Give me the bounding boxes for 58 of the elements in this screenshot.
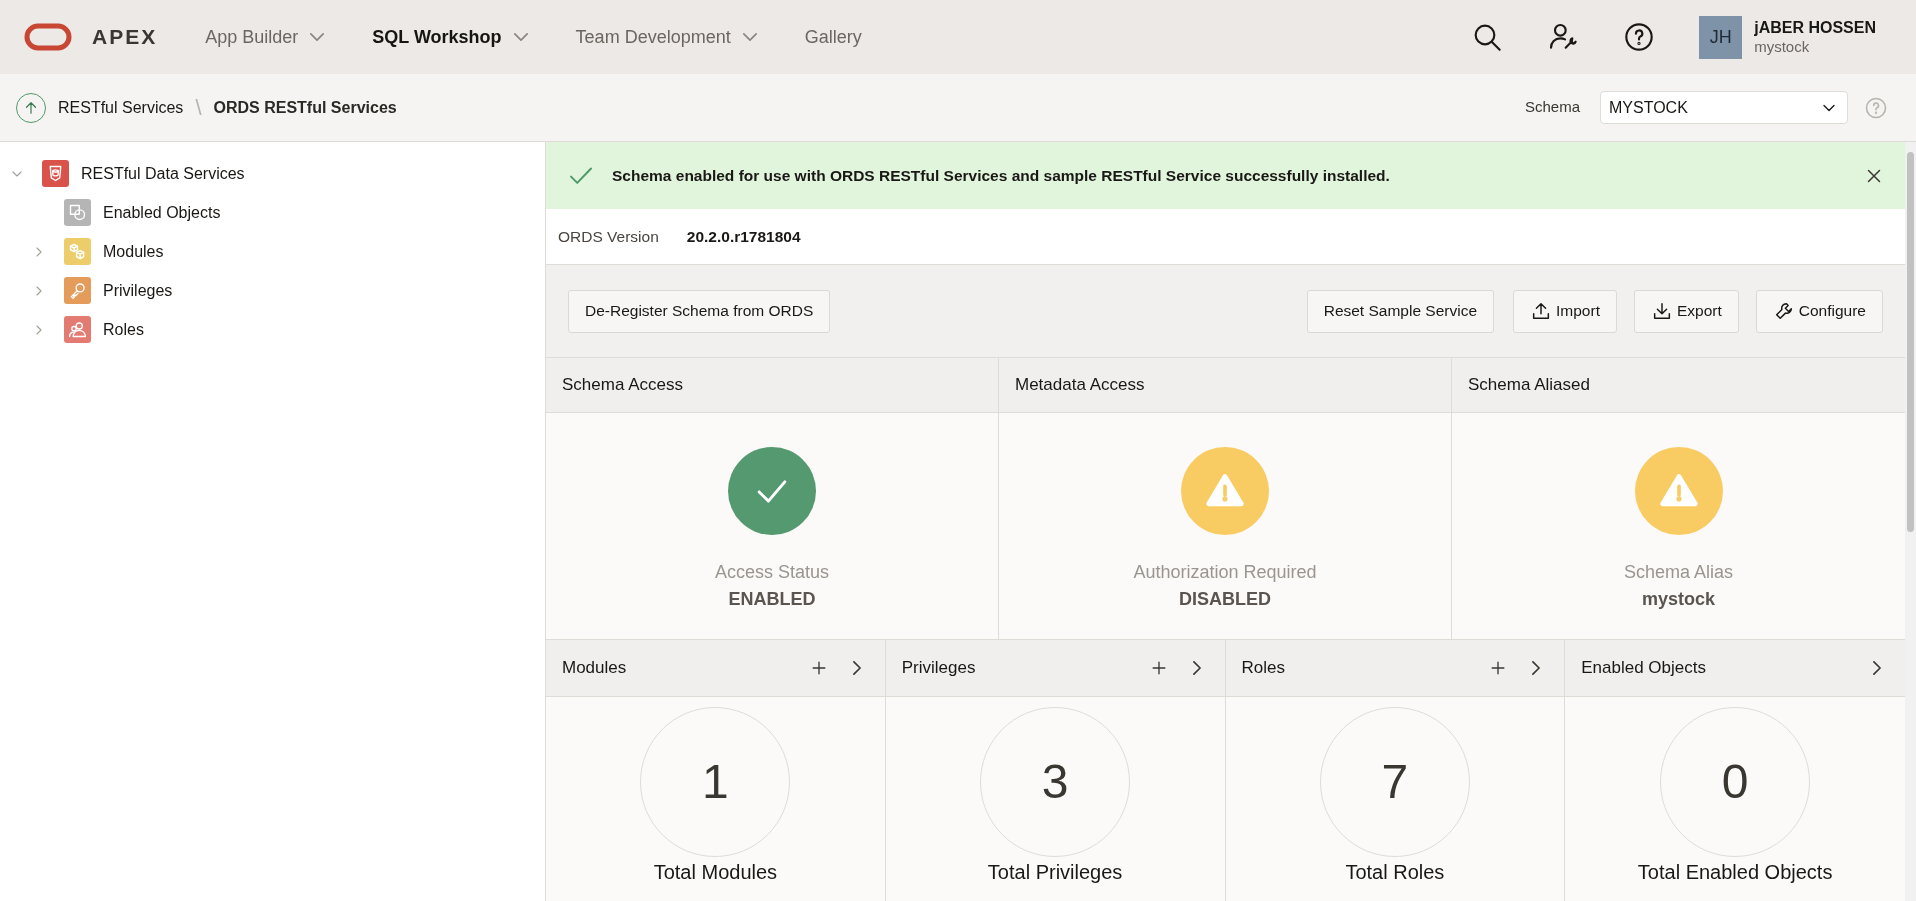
tree-item[interactable]: RESTful Data Services bbox=[81, 161, 245, 186]
nav-tab[interactable]: App Builder bbox=[205, 23, 325, 51]
status-value: ENABLED bbox=[728, 588, 816, 611]
card-title: Roles bbox=[1241, 657, 1286, 680]
card-title: Schema Access bbox=[546, 358, 998, 413]
count-caption: Total Privileges bbox=[987, 860, 1123, 885]
chevron-right-icon bbox=[1532, 661, 1541, 675]
logo-icon[interactable] bbox=[24, 23, 72, 51]
scrollbar[interactable] bbox=[1905, 142, 1916, 901]
status-value: mystock bbox=[1641, 588, 1715, 611]
toolbar-button[interactable]: Import bbox=[1513, 289, 1617, 333]
tree-item[interactable]: Roles bbox=[103, 317, 144, 342]
card-title: Privileges bbox=[901, 657, 977, 680]
count-caption: Total Roles bbox=[1345, 860, 1445, 885]
toolbar-button[interactable]: Configure bbox=[1755, 289, 1883, 333]
card-title: Metadata Access bbox=[999, 358, 1451, 413]
breadcrumb-link[interactable]: RESTful Services bbox=[58, 95, 184, 120]
schema-label: Schema bbox=[1524, 97, 1580, 118]
tree-item[interactable]: Enabled Objects bbox=[103, 200, 221, 225]
chevron-down-icon bbox=[513, 33, 528, 41]
toolbar-button[interactable]: Export bbox=[1633, 289, 1739, 333]
app-name[interactable]: APEX bbox=[92, 21, 158, 53]
workspace-name: mystock bbox=[1754, 37, 1811, 57]
count-caption: Total Enabled Objects bbox=[1637, 860, 1833, 885]
breadcrumb-separator: \ bbox=[195, 94, 202, 122]
open-button[interactable] bbox=[1873, 661, 1881, 675]
version-label: ORDS Version bbox=[558, 226, 659, 247]
schema-select[interactable]: MYSTOCK bbox=[1600, 91, 1848, 124]
status-caption: Access Status bbox=[714, 561, 829, 584]
tree-item[interactable]: Modules bbox=[103, 239, 164, 264]
status-caption: Authorization Required bbox=[1133, 561, 1317, 584]
nav-tab[interactable]: SQL Workshop bbox=[372, 23, 528, 51]
status-caption: Schema Alias bbox=[1623, 561, 1734, 584]
toolbar-button[interactable]: Reset Sample Service bbox=[1306, 289, 1495, 333]
alert-message: Schema enabled for use with ORDS RESTful Services and sample RESTful Service successfully installed. bbox=[612, 165, 1391, 186]
nav-tab[interactable]: Team Development bbox=[575, 23, 757, 51]
chevron-right-icon bbox=[1192, 661, 1201, 675]
user-avatar[interactable]: JH bbox=[1699, 15, 1743, 59]
version-value: 20.2.0.r1781804 bbox=[686, 226, 801, 247]
chevron-down-icon bbox=[310, 33, 325, 41]
open-button[interactable] bbox=[1192, 661, 1201, 675]
nav-tab[interactable]: Gallery bbox=[804, 23, 862, 51]
open-button[interactable] bbox=[1532, 661, 1541, 675]
chevron-right-icon bbox=[1873, 661, 1881, 675]
user-name: jABER HOSSEN bbox=[1754, 17, 1876, 38]
breadcrumb-current: ORDS RESTful Services bbox=[213, 97, 397, 118]
card-title: Schema Aliased bbox=[1452, 358, 1905, 413]
count-caption: Total Modules bbox=[653, 860, 778, 885]
open-button[interactable] bbox=[852, 661, 861, 675]
card-title: Modules bbox=[562, 657, 628, 680]
chevron-down-icon bbox=[742, 33, 757, 41]
toolbar-button[interactable]: De-Register Schema from ORDS bbox=[568, 289, 831, 333]
tree-item[interactable]: Privileges bbox=[103, 278, 173, 303]
status-value: DISABLED bbox=[1179, 588, 1271, 611]
help-icon bbox=[1864, 95, 1888, 120]
help-icon bbox=[1623, 21, 1656, 53]
chevron-right-icon bbox=[852, 661, 861, 675]
card-title: Enabled Objects bbox=[1581, 657, 1707, 680]
